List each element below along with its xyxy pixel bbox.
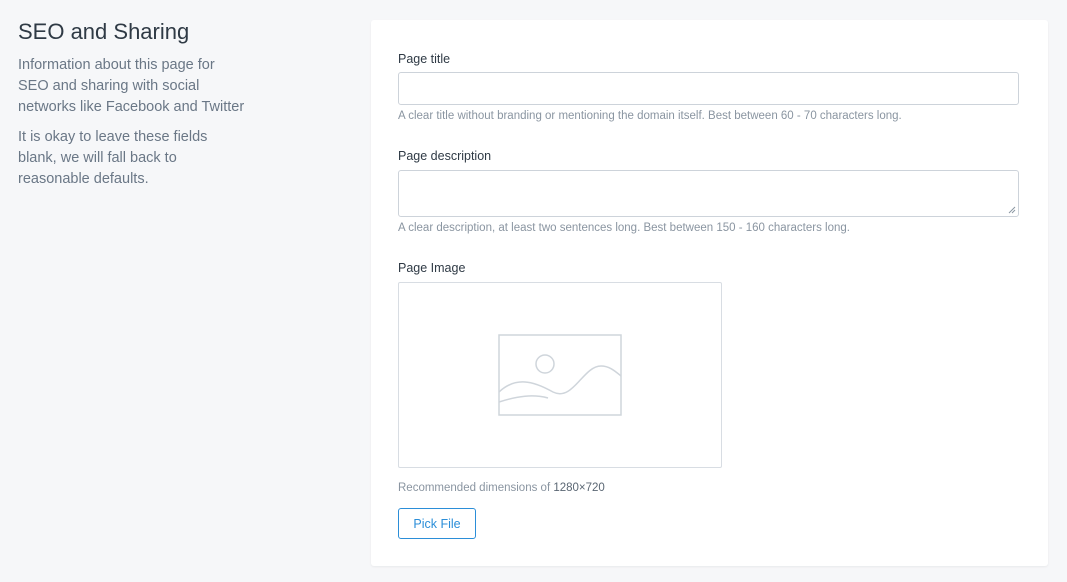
page-image-preview[interactable] (398, 282, 722, 468)
page-description-label: Page description (398, 149, 492, 163)
pick-file-button[interactable]: Pick File (398, 508, 476, 539)
section-intro: SEO and Sharing Information about this p… (18, 18, 248, 190)
page-description-textarea[interactable] (398, 170, 1019, 217)
recommended-dimensions-value: 1280×720 (553, 482, 605, 494)
section-note: It is okay to leave these fields blank, … (18, 129, 208, 187)
recommended-dimensions: Recommended dimensions of 1280×720 (398, 482, 605, 494)
recommended-dimensions-prefix: Recommended dimensions of (398, 482, 551, 494)
page-description-help: A clear description, at least two senten… (398, 222, 850, 234)
page-title-help: A clear title without branding or mentio… (398, 110, 902, 122)
page-title-label: Page title (398, 52, 451, 66)
page-title-input[interactable] (398, 72, 1019, 105)
seo-form-card: Page title A clear title without brandin… (371, 20, 1048, 566)
image-placeholder-icon (498, 334, 622, 416)
section-description: Information about this page for SEO and … (18, 57, 245, 115)
resize-handle-icon[interactable] (1008, 206, 1016, 214)
page-image-label: Page Image (398, 261, 466, 275)
page: SEO and Sharing Information about this p… (0, 0, 1067, 582)
section-title: SEO and Sharing (18, 19, 190, 44)
